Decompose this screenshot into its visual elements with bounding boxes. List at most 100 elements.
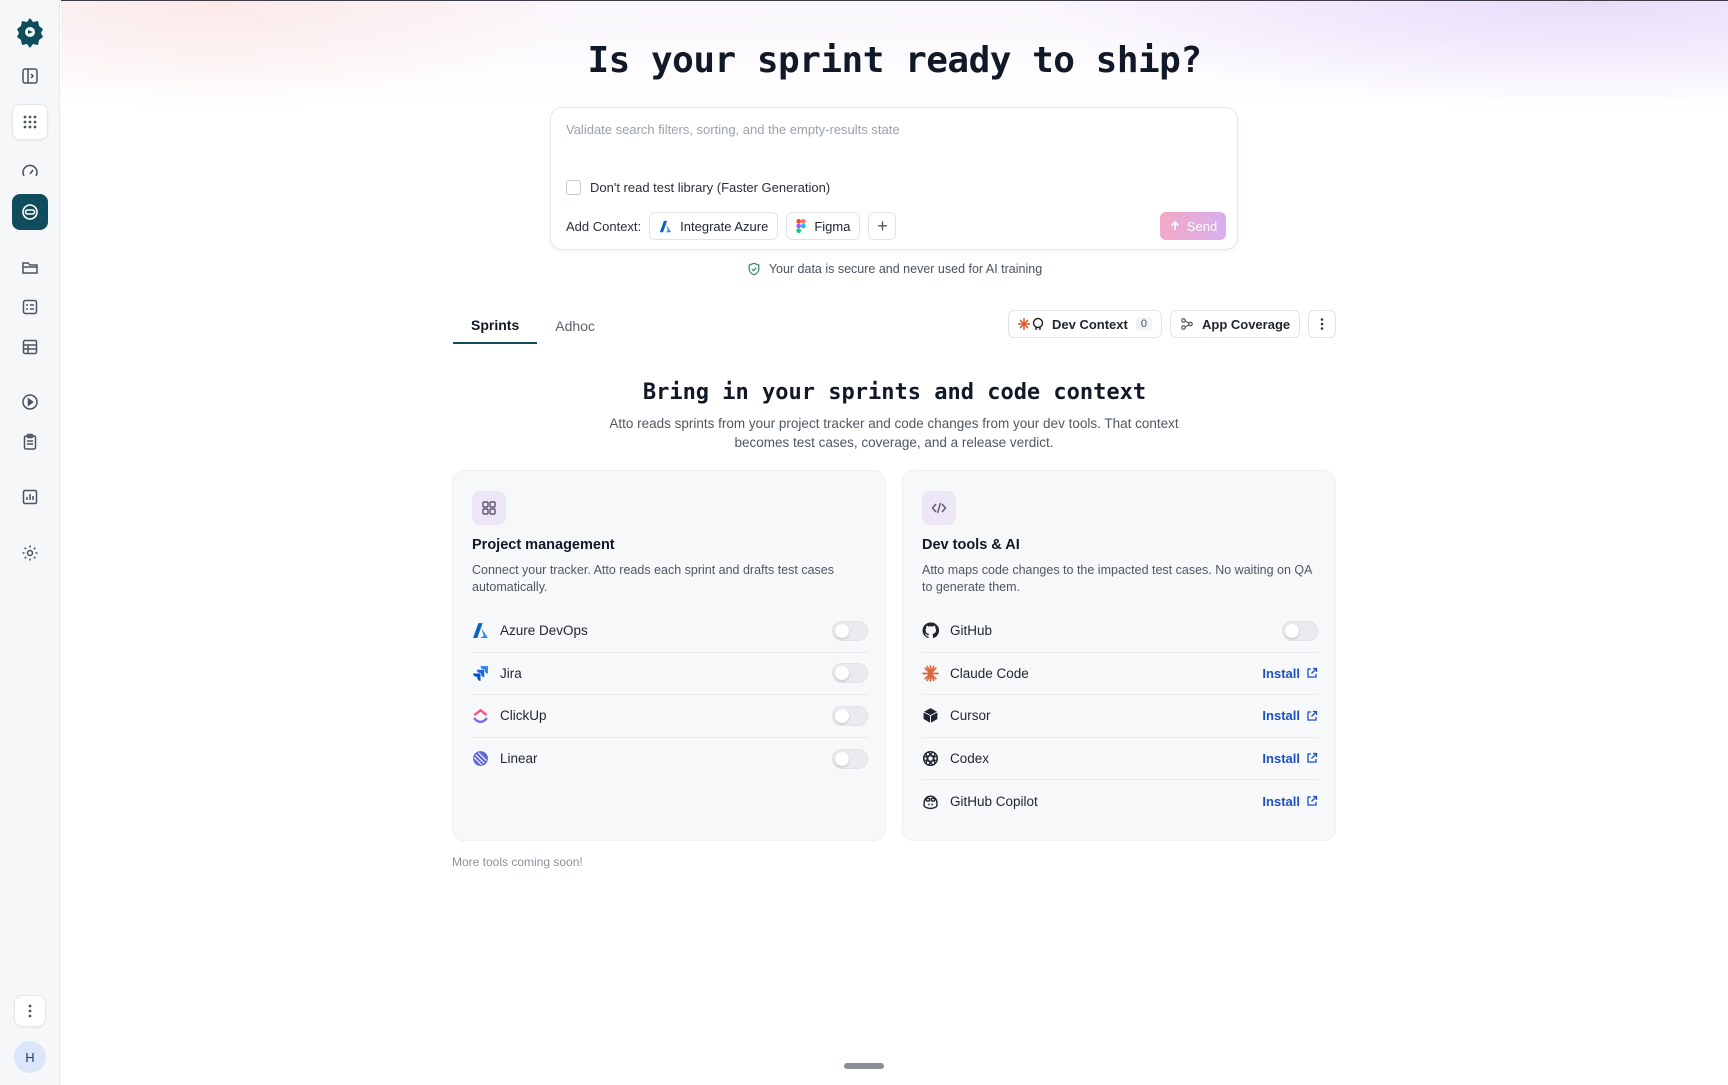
hero-title: Is your sprint ready to ship?	[587, 40, 1202, 81]
dev-context-button[interactable]: Dev Context 0	[1008, 310, 1162, 338]
install-label: Install	[1262, 708, 1300, 724]
reports-chart-icon[interactable]	[12, 479, 48, 515]
more-vertical-icon[interactable]	[14, 995, 46, 1027]
integration-row-cursor: Cursor Install	[922, 695, 1318, 738]
section-subtitle: Atto reads sprints from your project tra…	[609, 416, 1179, 450]
integration-row-claude-code: Claude Code Install	[922, 653, 1318, 695]
clipboard-icon[interactable]	[12, 424, 48, 460]
add-context-label: Add Context:	[566, 218, 642, 234]
play-circle-icon[interactable]	[12, 384, 48, 420]
toggle-sidebar-icon[interactable]	[12, 58, 48, 94]
install-label: Install	[1262, 750, 1300, 766]
external-link-icon	[1307, 796, 1318, 806]
main-content: Is your sprint ready to ship? Don't read…	[61, 0, 1728, 1085]
resize-handle[interactable]	[844, 1063, 884, 1069]
sprint-tabs: Sprints Adhoc	[453, 308, 613, 344]
dev-integration-list: GitHub Claude Code Install Cursor Instal…	[922, 610, 1318, 823]
clickup-toggle[interactable]	[832, 705, 868, 726]
arrow-up-icon	[1170, 220, 1179, 230]
corner-panel	[1514, 1008, 1728, 1085]
agent-icon[interactable]	[12, 194, 48, 230]
jira-toggle[interactable]	[832, 663, 868, 684]
azure-devops-icon	[472, 622, 489, 639]
section-title: Bring in your sprints and code context	[642, 380, 1147, 405]
dev-context-count: 0	[1135, 317, 1152, 331]
azure-icon	[659, 220, 672, 232]
secure-note: Your data is secure and never used for A…	[61, 262, 1728, 276]
app-logo-icon[interactable]	[14, 16, 46, 48]
github-toggle[interactable]	[1282, 620, 1318, 641]
skip-library-option[interactable]: Don't read test library (Faster Generati…	[566, 180, 830, 195]
settings-gear-icon[interactable]	[12, 535, 48, 571]
figma-chip[interactable]: Figma	[786, 212, 861, 240]
skip-library-checkbox[interactable]	[566, 180, 581, 195]
dev-tools-card: Dev tools & AI Atto maps code changes to…	[902, 470, 1336, 841]
grid-squares-icon	[472, 491, 506, 525]
clickup-icon	[472, 707, 489, 724]
send-label: Send	[1186, 218, 1218, 234]
context-row: Add Context: Integrate Azure Figma + Sen…	[566, 211, 1226, 241]
cursor-icon	[922, 707, 939, 724]
integration-row-jira: Jira	[472, 653, 868, 695]
tab-actions: Dev Context 0 App Coverage	[1008, 310, 1337, 338]
integration-row-github: GitHub	[922, 610, 1318, 653]
install-label: Install	[1262, 793, 1300, 809]
more-options-icon[interactable]	[1308, 310, 1337, 338]
jira-icon	[472, 665, 489, 682]
install-github-copilot-link[interactable]: Install	[1262, 794, 1318, 809]
claude-github-icon	[1018, 317, 1044, 330]
dashboard-gauge-icon[interactable]	[12, 154, 48, 190]
coverage-nodes-icon	[1181, 318, 1193, 330]
integration-row-clickup: ClickUp	[472, 695, 868, 738]
azure-devops-toggle[interactable]	[832, 620, 868, 641]
prompt-input[interactable]	[566, 122, 1216, 137]
table-icon[interactable]	[12, 329, 48, 365]
tab-sprints[interactable]: Sprints	[453, 308, 538, 344]
copilot-icon	[922, 793, 939, 810]
app-coverage-label: App Coverage	[1201, 316, 1291, 332]
install-codex-link[interactable]: Install	[1262, 751, 1318, 766]
dev-card-description: Atto maps code changes to the impacted t…	[922, 563, 1312, 594]
add-context-plus-icon[interactable]: +	[868, 212, 897, 240]
pm-card-description: Connect your tracker. Atto reads each sp…	[472, 563, 834, 594]
integration-name: Jira	[500, 665, 522, 681]
folder-icon[interactable]	[12, 249, 48, 285]
linear-toggle[interactable]	[832, 748, 868, 769]
integration-name: Azure DevOps	[500, 623, 588, 639]
integration-name: ClickUp	[500, 708, 547, 724]
external-link-icon	[1307, 710, 1318, 721]
top-border	[61, 0, 1728, 1]
integration-name: Claude Code	[950, 665, 1029, 681]
app-coverage-button[interactable]: App Coverage	[1169, 310, 1301, 338]
dev-card-title: Dev tools & AI	[922, 537, 1020, 553]
integration-name: Cursor	[950, 708, 991, 724]
integration-row-github-copilot: GitHub Copilot Install	[922, 780, 1318, 823]
tab-adhoc[interactable]: Adhoc	[537, 308, 613, 344]
apps-grid-icon[interactable]	[12, 104, 48, 140]
integration-row-azure-devops: Azure DevOps	[472, 610, 868, 653]
integration-row-linear: Linear	[472, 738, 868, 781]
secure-note-text: Your data is secure and never used for A…	[768, 262, 1043, 276]
integration-name: Codex	[950, 750, 990, 766]
code-brackets-icon	[922, 491, 956, 525]
sidebar: H	[0, 0, 60, 1085]
send-button[interactable]: Send	[1160, 212, 1226, 240]
integration-name: Linear	[500, 751, 538, 767]
shield-check-icon	[748, 262, 760, 276]
pm-integration-list: Azure DevOps Jira ClickUp Linear	[472, 610, 868, 780]
more-tools-note: More tools coming soon!	[452, 855, 583, 869]
user-avatar[interactable]: H	[14, 1041, 46, 1073]
install-cursor-link[interactable]: Install	[1262, 708, 1318, 723]
external-link-icon	[1307, 668, 1318, 678]
install-label: Install	[1262, 665, 1300, 681]
github-icon	[922, 622, 939, 639]
install-claude-code-link[interactable]: Install	[1262, 666, 1318, 681]
integration-name: GitHub	[950, 623, 993, 639]
integrate-azure-chip[interactable]: Integrate Azure	[649, 212, 779, 240]
integrate-azure-label: Integrate Azure	[680, 218, 769, 234]
project-management-card: Project management Connect your tracker.…	[452, 470, 886, 841]
pm-card-title: Project management	[472, 537, 615, 553]
dev-context-label: Dev Context	[1052, 316, 1128, 332]
test-cases-icon[interactable]	[12, 289, 48, 325]
prompt-box: Don't read test library (Faster Generati…	[550, 107, 1238, 250]
